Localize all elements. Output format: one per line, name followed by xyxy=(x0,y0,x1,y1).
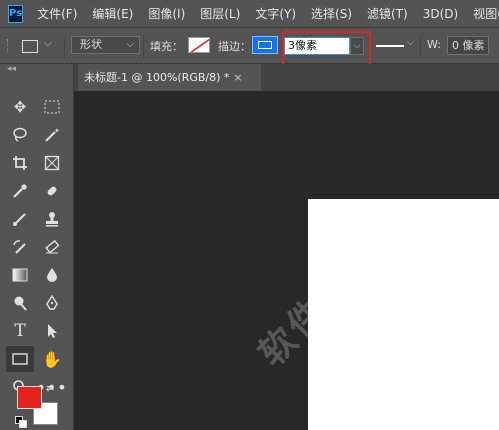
brush-icon[interactable] xyxy=(6,206,34,232)
hand-icon[interactable]: ✋ xyxy=(38,346,66,372)
fill-swatch[interactable] xyxy=(188,37,210,53)
options-grip[interactable] xyxy=(7,39,11,53)
no-fill-icon xyxy=(190,38,209,52)
menu-layer[interactable]: 图层(L) xyxy=(200,5,240,22)
path-select-icon[interactable] xyxy=(38,318,66,344)
options-bar: ⌵ 形状 ⌵ 填充： 描边： 3像素 ⌵ ⌵ W: 0 像素 xyxy=(0,27,499,64)
magic-wand-icon[interactable]: ✦ xyxy=(38,122,66,148)
chevron-down-icon: ⌵ xyxy=(407,38,414,48)
photoshop-logo-icon: Ps xyxy=(8,4,24,23)
healing-icon[interactable] xyxy=(38,178,66,204)
menu-select[interactable]: 选择(S) xyxy=(311,5,352,22)
canvas-area[interactable]: 软件自学网 WWW.RJZXW.COM xyxy=(74,91,499,430)
width-field[interactable]: 0 像素 xyxy=(447,36,489,55)
chevron-down-icon: ⌵ xyxy=(44,38,52,49)
menu-file[interactable]: 文件(F) xyxy=(37,5,77,22)
stroke-line-icon xyxy=(376,45,404,47)
menu-filter[interactable]: 滤镜(T) xyxy=(367,5,408,22)
collapse-icon[interactable]: ◂◂ xyxy=(7,64,16,74)
svg-text:✦: ✦ xyxy=(54,127,60,135)
type-icon[interactable]: T xyxy=(6,318,34,344)
menu-3d[interactable]: 3D(D) xyxy=(423,7,458,21)
stroke-type-picker[interactable]: ⌵ xyxy=(374,37,418,55)
tools-panel: ◂◂ ✥ ✦ T ✋ ••• xyxy=(0,64,74,430)
document-tab-title: 未标题-1 @ 100%(RGB/8) * xyxy=(84,71,230,84)
menu-view[interactable]: 视图(V) xyxy=(473,5,499,22)
close-icon[interactable]: × xyxy=(233,71,242,84)
dodge-icon[interactable] xyxy=(6,290,34,316)
tool-preset-picker[interactable]: ⌵ xyxy=(18,37,58,55)
eyedropper-icon[interactable] xyxy=(6,178,34,204)
lasso-icon[interactable] xyxy=(6,122,34,148)
menu-type[interactable]: 文字(Y) xyxy=(255,5,296,22)
stroke-swatch[interactable] xyxy=(252,36,278,54)
document-tab-bar: 未标题-1 @ 100%(RGB/8) * × xyxy=(74,64,499,91)
default-colors-icon[interactable] xyxy=(15,416,27,428)
rectangle-preset-icon xyxy=(22,40,38,53)
divider xyxy=(420,35,421,57)
frame-icon[interactable] xyxy=(38,150,66,176)
chevron-down-icon: ⌵ xyxy=(126,39,134,50)
swap-colors-icon[interactable]: ⇄ xyxy=(46,383,54,394)
menu-edit[interactable]: 编辑(E) xyxy=(92,5,133,22)
default-background-icon xyxy=(19,420,27,428)
tool-mode-value: 形状 xyxy=(80,38,102,51)
crop-icon[interactable] xyxy=(6,150,34,176)
divider xyxy=(143,35,144,57)
pen-icon[interactable] xyxy=(38,290,66,316)
divider xyxy=(64,35,65,57)
stamp-icon[interactable] xyxy=(38,206,66,232)
tool-mode-select[interactable]: 形状 ⌵ xyxy=(71,36,140,54)
stroke-label: 描边： xyxy=(218,40,251,53)
marquee-icon[interactable] xyxy=(38,94,66,120)
gradient-icon[interactable] xyxy=(6,262,34,288)
move-icon[interactable]: ✥ xyxy=(6,94,34,120)
eraser-icon[interactable] xyxy=(38,234,66,260)
history-brush-icon[interactable] xyxy=(6,234,34,260)
blur-icon[interactable] xyxy=(38,262,66,288)
document-tab[interactable]: 未标题-1 @ 100%(RGB/8) * × xyxy=(78,64,261,91)
width-label: W: xyxy=(427,38,441,51)
foreground-color-swatch[interactable] xyxy=(17,386,42,409)
stroke-color-icon xyxy=(258,41,272,49)
menu-bar: Ps 文件(F) 编辑(E) 图像(I) 图层(L) 文字(Y) 选择(S) 滤… xyxy=(0,0,499,27)
fill-label: 填充： xyxy=(150,40,183,53)
menu-image[interactable]: 图像(I) xyxy=(148,5,185,22)
rectangle-icon[interactable] xyxy=(6,346,34,372)
